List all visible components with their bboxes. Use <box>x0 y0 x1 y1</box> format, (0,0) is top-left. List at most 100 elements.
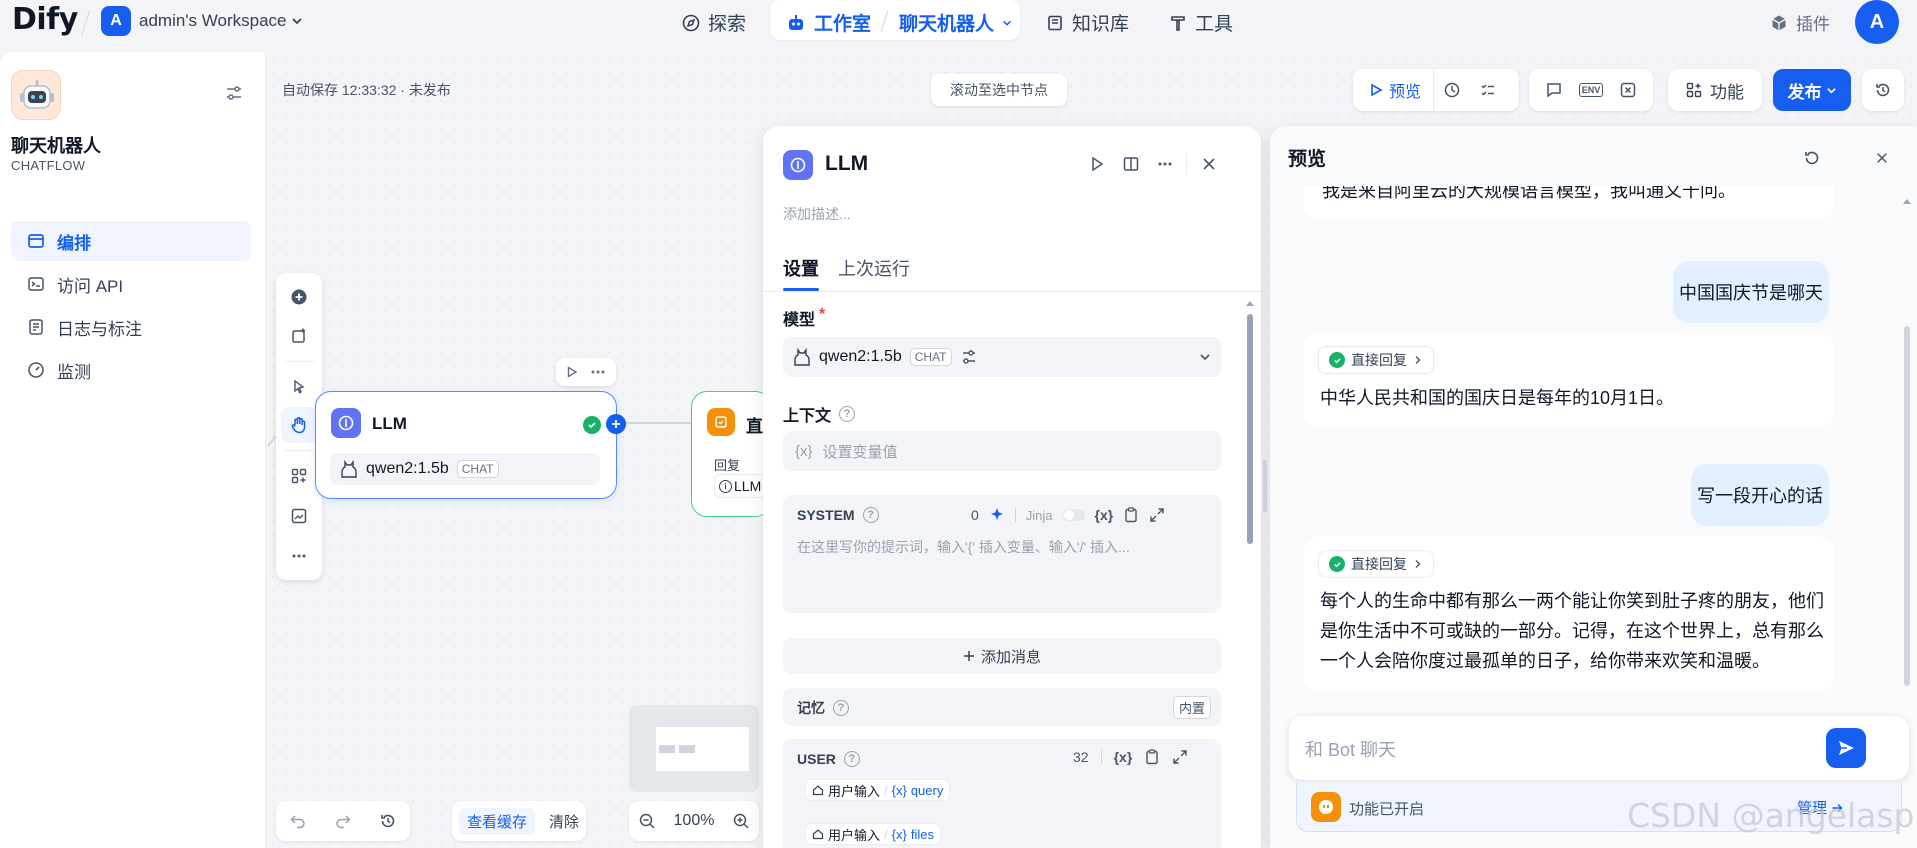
nav-tools[interactable]: 工具 <box>1169 9 1233 36</box>
undo-icon[interactable] <box>289 812 307 830</box>
llm-node[interactable]: LLM qwen2:1.5b CHAT <box>315 391 617 499</box>
sidebar-item-logs[interactable]: 日志与标注 <box>11 307 251 347</box>
sparkle-icon[interactable] <box>989 507 1005 523</box>
description-input[interactable]: 添加描述... <box>783 204 851 224</box>
cache-bar: 查看缓存 清除 <box>452 801 586 841</box>
sidebar-item-orchestrate[interactable]: 编排 <box>11 221 251 261</box>
message-check-icon[interactable] <box>1536 72 1572 108</box>
variable-box-icon[interactable] <box>1610 72 1646 108</box>
nav-explore-label: 探索 <box>708 14 747 35</box>
sidebar-item-api[interactable]: 访问 API <box>11 264 251 304</box>
book-open-icon[interactable] <box>1122 155 1140 173</box>
more-icon[interactable] <box>281 538 317 574</box>
export-image-icon[interactable] <box>281 498 317 534</box>
run-node-icon[interactable] <box>566 366 578 378</box>
run-node-icon[interactable] <box>1088 155 1106 173</box>
jinja-toggle[interactable] <box>1062 509 1085 521</box>
workspace-switcher[interactable]: admin's Workspace <box>139 11 303 31</box>
dify-logo[interactable]: Dify <box>12 2 78 37</box>
run-history-icon[interactable] <box>1434 72 1470 108</box>
context-label: 上下文 <box>783 408 832 425</box>
user-avatar[interactable]: A <box>1855 0 1899 44</box>
context-variable-input[interactable]: {x} 设置变量值 <box>783 431 1221 471</box>
direct-reply-tag[interactable]: 直接回复 <box>1318 346 1434 374</box>
view-cache-button[interactable]: 查看缓存 <box>458 807 535 835</box>
add-next-node-icon[interactable] <box>606 414 626 434</box>
add-note-icon[interactable] <box>281 318 317 354</box>
help-icon[interactable]: ? <box>833 700 849 716</box>
env-icon[interactable]: ENV <box>1573 72 1609 108</box>
features-button[interactable]: 功能 <box>1668 69 1762 111</box>
bot-message: 我是来自阿里云的大规模语言模型，我叫通义千问。 <box>1304 186 1834 220</box>
nav-knowledge[interactable]: 知识库 <box>1046 9 1129 36</box>
layout-icon <box>28 234 44 248</box>
send-button[interactable] <box>1826 728 1866 768</box>
model-selector[interactable]: qwen2:1.5b CHAT <box>783 337 1221 377</box>
redo-icon[interactable] <box>334 812 352 830</box>
copy-icon[interactable] <box>1123 507 1139 523</box>
divider <box>1100 750 1102 764</box>
panel-title[interactable]: LLM <box>825 152 868 176</box>
tab-settings[interactable]: 设置 <box>783 255 819 281</box>
pointer-icon[interactable] <box>281 369 317 405</box>
tab-last-run[interactable]: 上次运行 <box>838 255 910 281</box>
help-icon[interactable]: ? <box>839 406 856 422</box>
copy-icon[interactable] <box>1144 749 1160 765</box>
features-enabled-text: 功能已开启 <box>1349 801 1425 818</box>
model-params-icon[interactable] <box>960 348 978 366</box>
query-variable-chip[interactable]: 用户输入 / {x} query <box>805 779 951 801</box>
divider <box>1014 508 1016 522</box>
divider <box>1186 154 1187 174</box>
llm-config-panel: LLM 添加描述... 设置 上次运行 模型 * qwen2:1.5b CHAT… <box>763 126 1261 848</box>
add-node-icon[interactable] <box>281 279 317 315</box>
more-icon[interactable] <box>590 366 606 378</box>
checklist-icon[interactable] <box>1470 72 1506 108</box>
minimap-node <box>659 745 675 753</box>
close-icon[interactable] <box>1875 151 1889 165</box>
context-placeholder: 设置变量值 <box>822 443 898 461</box>
nav-tools-label: 工具 <box>1195 14 1234 35</box>
more-icon[interactable] <box>1156 155 1174 173</box>
nav-explore[interactable]: 探索 <box>682 9 746 36</box>
files-variable-chip[interactable]: 用户输入 / {x} files <box>805 823 941 845</box>
sidebar-item-monitor[interactable]: 监测 <box>11 350 251 390</box>
zoom-out-icon[interactable] <box>638 812 656 830</box>
preview-title: 预览 <box>1288 149 1327 170</box>
panel-resize-handle[interactable] <box>1263 460 1267 512</box>
preview-button[interactable]: 预览 <box>1353 69 1435 111</box>
version-history-button[interactable] <box>1862 69 1904 111</box>
preview-toolbar-group: 预览 <box>1353 69 1519 111</box>
history-icon[interactable] <box>379 812 397 830</box>
system-label-row: SYSTEM ? <box>797 507 879 523</box>
workspace-avatar[interactable]: A <box>101 6 131 36</box>
nav-plugins[interactable]: 插件 <box>1770 10 1830 35</box>
zoom-in-icon[interactable] <box>732 812 750 830</box>
refresh-icon[interactable] <box>1803 149 1821 167</box>
add-message-button[interactable]: 添加消息 <box>783 638 1221 674</box>
publish-button[interactable]: 发布 <box>1773 69 1851 111</box>
chat-input[interactable]: 和 Bot 聊天 <box>1289 716 1909 780</box>
scroll-to-node-button[interactable]: 滚动至选中节点 <box>931 74 1067 106</box>
nav-studio-label: 工作室 <box>814 14 872 35</box>
clear-button[interactable]: 清除 <box>549 811 579 832</box>
expand-icon[interactable] <box>1149 507 1165 523</box>
minimap[interactable] <box>629 705 759 792</box>
app-switcher[interactable]: 聊天机器人 <box>899 9 1012 36</box>
book-icon <box>1048 15 1062 30</box>
system-prompt-input[interactable]: 在这里写你的提示词，输入'{' 插入变量、输入'/' 插入... <box>797 537 1130 557</box>
answer-node[interactable]: 直 回复 i LLM <box>691 391 774 517</box>
help-icon[interactable]: ? <box>843 751 860 767</box>
direct-reply-tag[interactable]: 直接回复 <box>1318 550 1434 578</box>
insert-variable-icon[interactable]: {x} <box>1114 749 1133 765</box>
nav-studio[interactable]: 工作室 <box>786 9 871 36</box>
expand-icon[interactable] <box>1172 749 1188 765</box>
close-icon[interactable] <box>1201 156 1217 172</box>
insert-variable-icon[interactable]: {x} <box>1095 507 1114 523</box>
sidebar-settings-icon[interactable] <box>225 84 243 102</box>
panel-scrollbar[interactable] <box>1245 298 1255 848</box>
bot-message-line: 每个人的生命中都有那么一两个能让你笑到肚子疼的朋友，他们 <box>1320 591 1824 611</box>
zoom-level[interactable]: 100% <box>674 812 715 830</box>
help-icon[interactable]: ? <box>862 507 879 523</box>
organize-blocks-icon[interactable] <box>281 458 317 494</box>
chevron-right-icon <box>1413 355 1423 365</box>
